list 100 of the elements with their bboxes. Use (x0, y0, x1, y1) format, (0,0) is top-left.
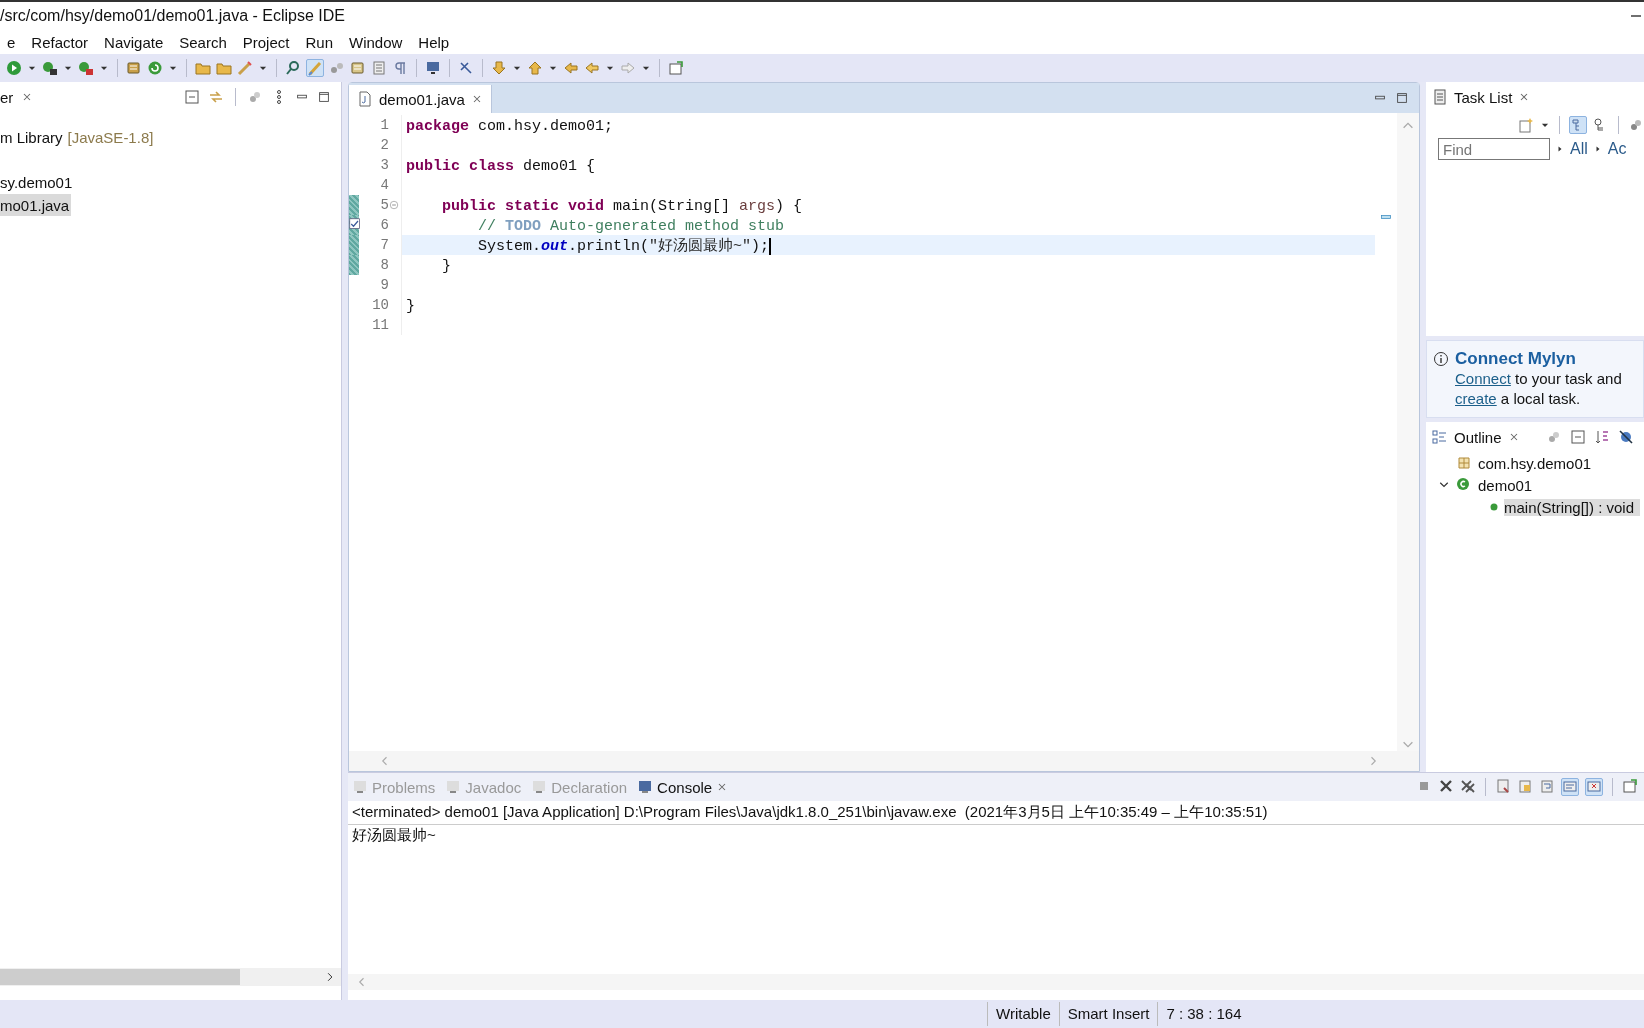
triangle-right-icon (1556, 144, 1564, 154)
menu-item[interactable]: Window (342, 33, 410, 51)
info-text: a local task. (1499, 390, 1581, 407)
status-field: 7 : 38 : 164 (1157, 1002, 1250, 1026)
remove-launch-icon[interactable] (1438, 778, 1454, 794)
info-text: to your task and (1514, 370, 1622, 387)
refresh-icon[interactable] (147, 60, 163, 76)
back-icon[interactable] (584, 60, 600, 76)
view-icon (445, 779, 462, 795)
menu-item[interactable]: Run (298, 33, 340, 51)
line-number: 7 (380, 237, 389, 253)
method-icon (1490, 503, 1498, 511)
sort-icon[interactable] (1593, 429, 1610, 445)
open-perspective-icon[interactable] (668, 60, 684, 76)
folder-icon[interactable] (195, 60, 211, 76)
view-icon (531, 779, 548, 795)
brush-icon[interactable] (307, 60, 323, 76)
menu-item[interactable]: Search (172, 33, 234, 51)
outline-item[interactable]: com.hsy.demo01 (1478, 454, 1592, 472)
link[interactable]: create (1455, 390, 1497, 407)
code-line: public static void main(String[] args) { (441, 198, 803, 215)
line-number: 5 (380, 197, 389, 213)
filter-link[interactable]: All (1570, 140, 1588, 158)
menu-item[interactable]: Refactor (24, 33, 96, 51)
tree-item[interactable]: mo01.java (0, 194, 72, 216)
menu-item[interactable]: Navigate (97, 33, 171, 51)
line-number: 8 (380, 257, 389, 273)
line-number: 1 (380, 117, 389, 133)
show-on-error-icon[interactable] (1586, 779, 1602, 795)
document-icon[interactable] (350, 60, 366, 76)
link[interactable]: Connect (1455, 370, 1511, 387)
view-icon (637, 779, 654, 795)
hide-fields-icon[interactable] (1617, 429, 1634, 445)
view-tab[interactable]: Outline (1454, 428, 1502, 446)
view-tab[interactable]: Task List (1454, 88, 1513, 106)
pilcrow-icon[interactable] (392, 60, 408, 76)
previous-annotation-icon[interactable] (527, 60, 543, 76)
run-icon[interactable] (6, 60, 22, 76)
console-header: <terminated> demo01 [Java Application] D:\Program Files\Java\jdk1.8.0_251\bin\javaw.exe (2021年3月5日 上午10:35:49 – 上午10:35:51) (348, 801, 1644, 825)
code-line: package com.hsy.demo01; (406, 118, 614, 135)
java-file-icon (357, 91, 373, 107)
clear-console-icon[interactable] (1495, 778, 1511, 794)
code-line: System.out.println("好汤圆最帅~"); (477, 238, 770, 255)
line-number: 6 (380, 217, 389, 233)
code-line: } (441, 258, 451, 275)
triangle-right-icon (1593, 144, 1602, 154)
collapse-all-icon[interactable] (184, 89, 200, 105)
line-number: 9 (380, 277, 389, 293)
last-edit-icon[interactable] (563, 60, 579, 76)
show-on-output-icon[interactable] (1562, 779, 1578, 795)
package-icon[interactable] (126, 60, 142, 76)
word-wrap-icon[interactable] (1539, 778, 1555, 794)
maximize-icon[interactable] (317, 90, 331, 104)
view-tab[interactable]: Console (637, 778, 729, 796)
link-editor-icon[interactable] (208, 89, 224, 105)
line-number: 10 (372, 297, 389, 313)
console-output: 好汤圆最帅~ (352, 826, 436, 843)
search-icon[interactable] (285, 60, 301, 76)
pin-console-icon[interactable] (1622, 778, 1638, 794)
scroll-right-icon[interactable] (325, 971, 335, 983)
fold-icon[interactable] (389, 200, 399, 210)
status-field: Smart Insert (1058, 1002, 1158, 1026)
outline-icon (1432, 429, 1448, 445)
collapse-all-icon[interactable] (1569, 429, 1586, 445)
folder-icon[interactable] (216, 60, 232, 76)
coverage-icon[interactable] (78, 60, 94, 76)
scroll-lock-icon[interactable] (1517, 778, 1533, 794)
view-tab[interactable]: er (0, 88, 14, 106)
status-field: Writable (987, 1002, 1059, 1026)
list-icon[interactable] (371, 60, 387, 76)
line-number: 4 (380, 177, 389, 193)
filter-link[interactable]: Ac (1607, 140, 1627, 158)
outline-item[interactable]: main(String[]) : void (1504, 498, 1641, 516)
scrollbar-thumb[interactable] (0, 969, 240, 985)
remove-all-icon[interactable] (1460, 778, 1476, 794)
line-number: 11 (372, 317, 389, 333)
maximize-icon[interactable] (1395, 91, 1409, 105)
outline-item[interactable]: demo01 (1478, 476, 1533, 494)
next-annotation-icon[interactable] (491, 60, 507, 76)
window-title: /src/com/hsy/demo01/demo01.java - Eclipse IDE (0, 7, 346, 25)
new-task-icon[interactable] (1518, 117, 1534, 133)
tree-item[interactable]: sy.demo01 (0, 171, 75, 193)
code-line: public class demo01 { (406, 158, 596, 175)
task-list-icon (1432, 89, 1448, 105)
external-tools-icon[interactable] (42, 60, 58, 76)
menu-item[interactable]: e (0, 33, 23, 51)
view-icon (352, 779, 368, 795)
code-line: } (406, 298, 415, 315)
menu-item[interactable]: Project (235, 33, 297, 51)
section-title: Connect Mylyn (1455, 349, 1576, 369)
editor-tab[interactable]: demo01.java (349, 85, 492, 113)
class-icon (1456, 477, 1472, 493)
package-icon (1456, 455, 1472, 471)
menu-item[interactable]: Help (411, 33, 457, 51)
tree-item[interactable]: m Library [JavaSE-1.8] (0, 126, 156, 148)
line-number: 2 (380, 137, 389, 153)
code-line: // TODO Auto-generated method stub (477, 218, 785, 235)
monitor-icon[interactable] (425, 60, 441, 76)
info-icon (1433, 351, 1449, 367)
find-field[interactable]: Find (1438, 138, 1550, 160)
